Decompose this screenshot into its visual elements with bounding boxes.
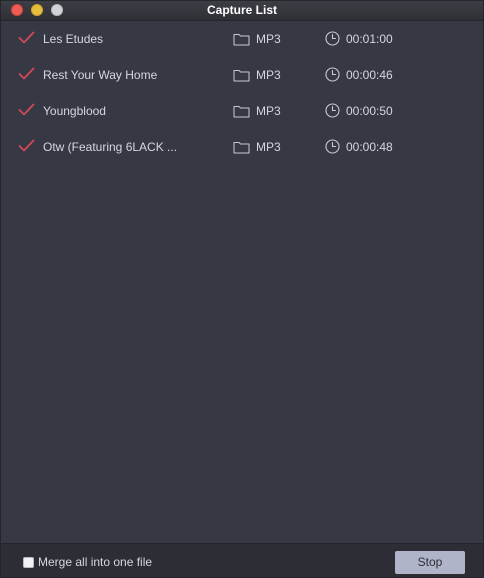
checkmark-icon bbox=[18, 67, 35, 80]
checkmark-icon bbox=[18, 139, 35, 152]
merge-checkbox[interactable] bbox=[23, 556, 34, 568]
title-bar: Capture List bbox=[1, 1, 483, 21]
capture-list-row[interactable]: Rest Your Way Home MP3 00:00:46 bbox=[1, 57, 483, 93]
merge-label: Merge all into one file bbox=[38, 555, 153, 569]
footer-bar: Merge all into one file Stop bbox=[1, 543, 483, 577]
window-title: Capture List bbox=[206, 3, 277, 17]
track-format: MP3 bbox=[256, 32, 281, 46]
track-duration: 00:00:48 bbox=[346, 140, 393, 154]
capture-list-row[interactable]: Les Etudes MP3 00:01:00 bbox=[1, 21, 483, 57]
track-format: MP3 bbox=[256, 140, 281, 154]
folder-icon bbox=[233, 142, 250, 154]
track-duration: 00:00:50 bbox=[346, 104, 393, 118]
capture-list-row[interactable]: Youngblood MP3 00:00:50 bbox=[1, 93, 483, 129]
track-format: MP3 bbox=[256, 68, 281, 82]
track-name: Youngblood bbox=[43, 104, 106, 118]
track-name: Otw (Featuring 6LACK ... bbox=[43, 140, 178, 154]
checkmark-icon bbox=[18, 31, 35, 44]
track-name: Rest Your Way Home bbox=[43, 68, 158, 82]
stop-button[interactable]: Stop bbox=[395, 551, 465, 574]
capture-list-window: Capture List Les Etudes MP3 00:01:00 Rest Y… bbox=[0, 0, 484, 578]
track-duration: 00:01:00 bbox=[346, 32, 393, 46]
capture-list-row[interactable]: Otw (Featuring 6LACK ... MP3 00:00:48 bbox=[1, 129, 483, 165]
folder-icon bbox=[233, 70, 250, 82]
clock-icon bbox=[325, 103, 340, 118]
merge-option[interactable]: Merge all into one file bbox=[23, 555, 152, 569]
clock-icon bbox=[325, 31, 340, 46]
track-format: MP3 bbox=[256, 104, 281, 118]
checkmark-icon bbox=[18, 103, 35, 116]
capture-list: Les Etudes MP3 00:01:00 Rest Your Way Home M… bbox=[1, 21, 483, 165]
clock-icon bbox=[325, 67, 340, 82]
folder-icon bbox=[233, 106, 250, 118]
clock-icon bbox=[325, 139, 340, 154]
track-duration: 00:00:46 bbox=[346, 68, 393, 82]
track-name: Les Etudes bbox=[43, 32, 104, 46]
folder-icon bbox=[233, 34, 250, 46]
